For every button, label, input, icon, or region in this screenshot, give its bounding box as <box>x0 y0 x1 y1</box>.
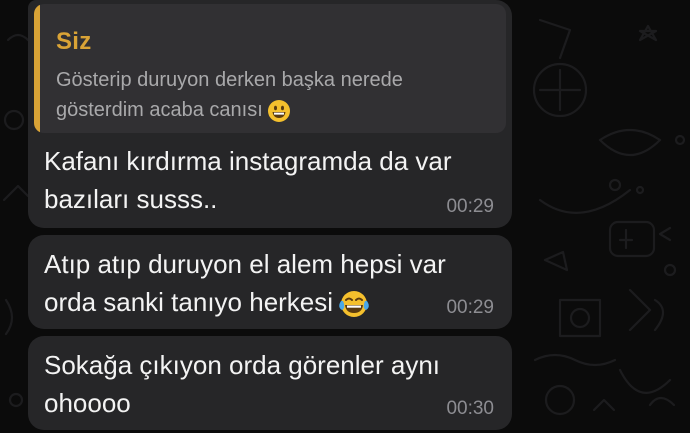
tears-of-joy-emoji <box>337 289 371 319</box>
message-text-wrap: Atıp atıp duruyon el alem hepsi var orda… <box>44 245 484 321</box>
message-text: Atıp atıp duruyon el alem hepsi var orda… <box>44 249 446 317</box>
reply-text: Gösterip duruyon derken başka nerede gös… <box>56 69 403 121</box>
message-time: 00:29 <box>446 297 494 318</box>
message-bubble[interactable]: Siz Gösterip duruyon derken başka nerede… <box>28 0 512 228</box>
message-bubble[interactable]: Sokağa çıkıyon orda görenler aynı ohoooo… <box>28 336 512 430</box>
message-bubble[interactable]: Atıp atıp duruyon el alem hepsi var orda… <box>28 235 512 329</box>
grinning-face-emoji <box>267 99 291 123</box>
message-time: 00:29 <box>446 196 494 217</box>
reply-author: Siz <box>56 28 92 55</box>
message-text: Kafanı kırdırma instagramda da var bazıl… <box>44 146 452 214</box>
message-text: Sokağa çıkıyon orda görenler aynı ohoooo <box>44 350 441 418</box>
reply-quote[interactable]: Siz Gösterip duruyon derken başka nerede… <box>34 4 506 133</box>
reply-accent-bar <box>34 4 40 133</box>
reply-text-wrap: Gösterip duruyon derken başka nerede gös… <box>56 65 486 125</box>
message-time: 00:30 <box>446 398 494 419</box>
